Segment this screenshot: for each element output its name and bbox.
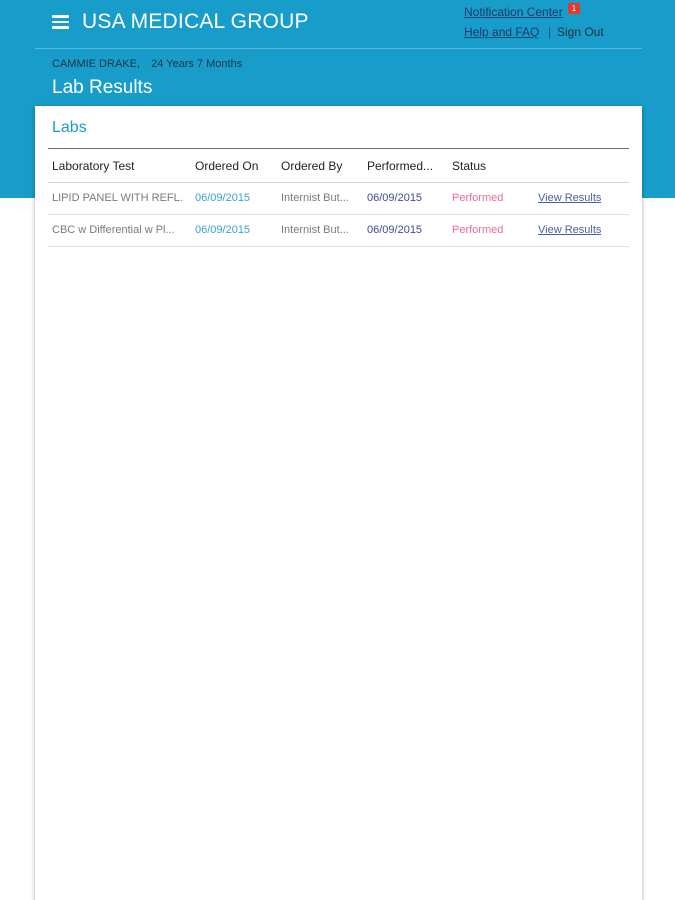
app-title: USA MEDICAL GROUP: [82, 10, 309, 33]
cell-status: Performed: [452, 192, 504, 204]
patient-name: CAMMIE DRAKE,: [52, 58, 141, 70]
column-header-laboratory-test[interactable]: Laboratory Test: [52, 159, 135, 173]
link-separator: |: [548, 25, 552, 39]
table-row[interactable]: CBC w Differential w Pl... 06/09/2015 In…: [48, 215, 629, 247]
patient-info: CAMMIE DRAKE, 24 Years 7 Months: [52, 58, 242, 70]
cell-laboratory-test: CBC w Differential w Pl...: [52, 224, 175, 236]
column-header-ordered-on[interactable]: Ordered On: [195, 159, 258, 173]
notification-count-badge: 1: [568, 3, 580, 14]
labs-card: Labs Laboratory Test Ordered On Ordered …: [35, 106, 642, 900]
view-results-link[interactable]: View Results: [538, 224, 601, 236]
table-header: Laboratory Test Ordered On Ordered By Pe…: [48, 148, 629, 183]
cell-status: Performed: [452, 224, 504, 236]
help-signout-row: Help and FAQ | Sign Out: [464, 25, 624, 43]
table-row[interactable]: LIPID PANEL WITH REFL... 06/09/2015 Inte…: [48, 183, 629, 215]
lab-results-page: USA MEDICAL GROUP Notification Center 1 …: [0, 0, 675, 900]
labs-card-title: Labs: [52, 119, 87, 136]
notification-center-link[interactable]: Notification Center: [464, 5, 563, 19]
top-links: Notification Center 1 Help and FAQ | Sig…: [464, 3, 624, 43]
view-results-link[interactable]: View Results: [538, 192, 601, 204]
cell-laboratory-test: LIPID PANEL WITH REFL...: [52, 192, 184, 204]
page-title: Lab Results: [52, 77, 153, 98]
top-navigation-bar: USA MEDICAL GROUP Notification Center 1 …: [35, 0, 642, 49]
cell-ordered-on: 06/09/2015: [195, 192, 251, 204]
column-header-status[interactable]: Status: [452, 159, 486, 173]
column-header-performed[interactable]: Performed...: [367, 159, 433, 173]
hamburger-menu-icon[interactable]: [52, 15, 69, 29]
notification-row: Notification Center 1: [464, 3, 624, 23]
cell-ordered-by: Internist But...: [281, 192, 349, 204]
labs-table: Laboratory Test Ordered On Ordered By Pe…: [48, 148, 629, 247]
patient-age: 24 Years 7 Months: [151, 58, 243, 70]
help-faq-link[interactable]: Help and FAQ: [464, 25, 539, 39]
column-header-ordered-by[interactable]: Ordered By: [281, 159, 342, 173]
cell-performed: 06/09/2015: [367, 192, 423, 204]
cell-ordered-by: Internist But...: [281, 224, 349, 236]
cell-ordered-on: 06/09/2015: [195, 224, 251, 236]
sign-out-link[interactable]: Sign Out: [557, 25, 604, 39]
cell-performed: 06/09/2015: [367, 224, 423, 236]
